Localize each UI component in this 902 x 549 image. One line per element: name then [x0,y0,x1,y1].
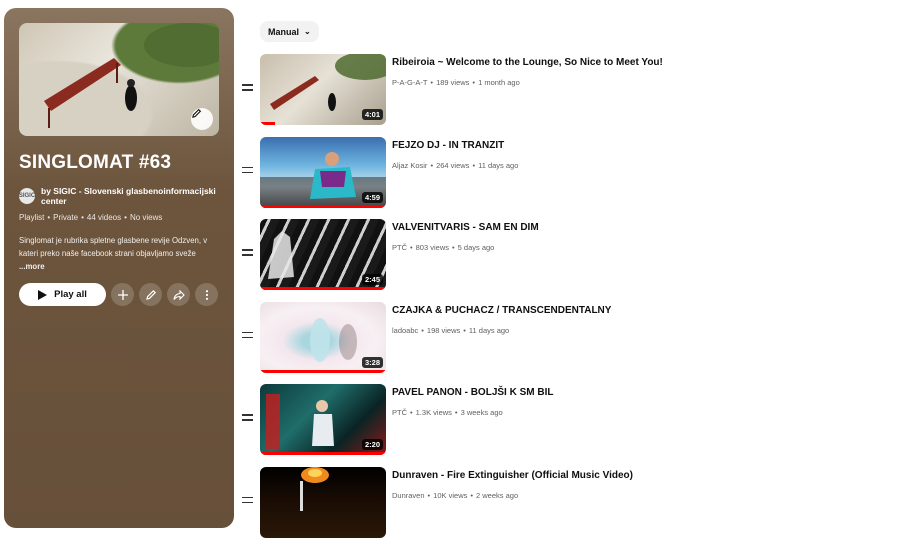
more-link[interactable]: ...more [19,262,45,271]
duration-badge: 2:45 [362,274,383,285]
drag-handle-icon[interactable] [242,167,253,175]
share-icon [173,289,185,301]
owner-name[interactable]: by SIGIC - Slovenski glasbenoinformacijs… [41,186,219,206]
playlist-thumbnail-image [19,23,219,136]
video-views: 10K views [433,491,467,500]
watch-progress-bar [260,452,386,455]
edit-button[interactable] [139,283,162,306]
channel-name[interactable]: Aljaz Kosir [392,161,427,170]
video-row[interactable]: Dunraven - Fire Extinguisher (Official M… [240,467,840,549]
video-thumbnail[interactable]: 2:20 [260,384,386,455]
video-meta: P-A-G-A-T•189 views•1 month ago [392,78,520,87]
sort-label: Manual [268,27,299,37]
drag-handle-icon[interactable] [242,414,253,422]
channel-name[interactable]: PTČ [392,243,407,252]
duration-badge: 3:28 [362,357,383,368]
video-row[interactable]: 3:28 CZAJKA & PUCHACZ / TRANSCENDENTALNY… [240,302,840,385]
video-age: 5 days ago [458,243,495,252]
video-title[interactable]: CZAJKA & PUCHACZ / TRANSCENDENTALNY [392,305,611,316]
video-views: 189 views [436,78,469,87]
video-title[interactable]: VALVENITVARIS - SAM EN DIM [392,222,539,233]
add-button[interactable] [111,283,134,306]
video-title[interactable]: Dunraven - Fire Extinguisher (Official M… [392,470,633,481]
video-meta: Aljaz Kosir•264 views•11 days ago [392,161,518,170]
view-count: No views [130,213,162,222]
plus-icon [117,289,129,301]
video-meta: PTČ•1.3K views•3 weeks ago [392,408,503,417]
video-row[interactable]: 2:20 PAVEL PANON - BOLJŠI K SM BIL PTČ•1… [240,384,840,467]
video-age: 11 days ago [478,161,518,170]
playlist-title: SINGLOMAT #63 [19,152,219,174]
video-thumbnail[interactable]: 3:28 [260,302,386,373]
channel-name[interactable]: ladoabc [392,326,418,335]
video-meta: PTČ•803 views•5 days ago [392,243,494,252]
video-thumbnail[interactable] [260,467,386,538]
avatar: SIGIC [19,188,35,204]
video-views: 198 views [427,326,460,335]
playlist-actions: Play all [19,283,219,306]
video-thumbnail[interactable]: 4:01 [260,54,386,125]
video-age: 11 days ago [469,326,509,335]
playlist-owner[interactable]: SIGIC by SIGIC - Slovenski glasbenoinfor… [19,186,219,206]
video-views: 1.3K views [416,408,452,417]
duration-badge: 2:20 [362,439,383,450]
playlist-header-panel: SINGLOMAT #63 SIGIC by SIGIC - Slovenski… [4,8,234,528]
drag-handle-icon[interactable] [242,332,253,340]
video-thumbnail[interactable]: 2:45 [260,219,386,290]
drag-handle-icon[interactable] [242,497,253,505]
channel-name[interactable]: PTČ [392,408,407,417]
watch-progress-bar [260,205,386,208]
video-age: 1 month ago [478,78,520,87]
edit-thumbnail-button[interactable] [191,108,213,130]
channel-name[interactable]: Dunraven [392,491,425,500]
drag-handle-icon[interactable] [242,249,253,257]
play-all-button[interactable]: Play all [19,283,106,306]
play-icon [38,290,47,300]
sort-dropdown[interactable]: Manual ⌄ [260,21,319,42]
privacy-status[interactable]: Private [53,213,78,222]
video-meta: ladoabc•198 views•11 days ago [392,326,509,335]
thumbnail-image [260,467,386,538]
video-meta: Dunraven•10K views•2 weeks ago [392,491,518,500]
watch-progress-bar [260,287,386,290]
video-title[interactable]: Ribeiroia ~ Welcome to the Lounge, So Ni… [392,57,663,68]
share-button[interactable] [167,283,190,306]
video-views: 264 views [436,161,469,170]
drag-handle-icon[interactable] [242,84,253,92]
video-count: 44 videos [87,213,121,222]
watch-progress-bar [260,370,386,373]
video-row[interactable]: 2:45 VALVENITVARIS - SAM EN DIM PTČ•803 … [240,219,840,302]
duration-badge: 4:01 [362,109,383,120]
video-row[interactable]: 4:59 FEJZO DJ - IN TRANZIT Aljaz Kosir•2… [240,137,840,220]
playlist-meta: Playlist•Private•44 videos•No views [19,213,219,222]
play-all-label: Play all [54,289,87,300]
video-views: 803 views [416,243,449,252]
video-title[interactable]: PAVEL PANON - BOLJŠI K SM BIL [392,387,554,398]
more-options-button[interactable] [195,283,218,306]
video-thumbnail[interactable]: 4:59 [260,137,386,208]
video-title[interactable]: FEJZO DJ - IN TRANZIT [392,140,504,151]
video-age: 3 weeks ago [461,408,503,417]
chevron-down-icon: ⌄ [304,27,311,36]
pencil-icon [191,108,202,119]
video-age: 2 weeks ago [476,491,518,500]
playlist-type: Playlist [19,213,44,222]
playlist-thumbnail[interactable] [19,23,219,136]
video-list: 4:01 Ribeiroia ~ Welcome to the Lounge, … [240,54,840,549]
playlist-description: Singlomat je rubrika spletne glasbene re… [19,234,221,273]
channel-name[interactable]: P-A-G-A-T [392,78,427,87]
description-text: Singlomat je rubrika spletne glasbene re… [19,236,207,258]
video-row[interactable]: 4:01 Ribeiroia ~ Welcome to the Lounge, … [240,54,840,137]
duration-badge: 4:59 [362,192,383,203]
pencil-icon [145,289,157,301]
more-vert-icon [201,289,213,301]
watch-progress-bar [260,122,275,125]
